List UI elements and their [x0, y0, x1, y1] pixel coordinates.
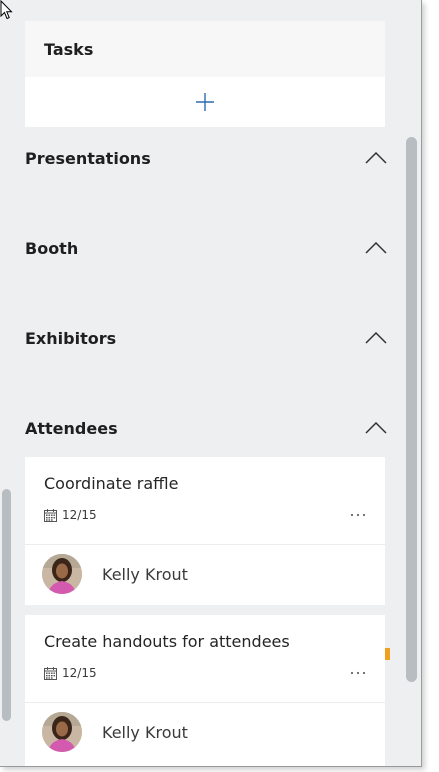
section-header-presentations[interactable]: Presentations — [25, 143, 387, 173]
assignee-name: Kelly Krout — [102, 564, 188, 584]
calendar-icon — [44, 508, 57, 522]
section-header-attendees[interactable]: Attendees — [25, 413, 387, 443]
avatar[interactable] — [42, 712, 82, 752]
tasks-card-header: Tasks — [25, 21, 385, 77]
assignee-row[interactable]: Kelly Krout — [42, 554, 188, 594]
mouse-pointer-icon — [0, 0, 13, 20]
planner-board-panel: Tasks Presentations Booth Exhibitors Att… — [0, 0, 422, 767]
chevron-up-icon[interactable] — [365, 242, 387, 254]
card-divider — [25, 702, 385, 703]
section-header-booth[interactable]: Booth — [25, 233, 387, 263]
section-title: Attendees — [25, 418, 118, 438]
avatar[interactable] — [42, 554, 82, 594]
plus-icon — [196, 93, 214, 111]
tasks-card-title: Tasks — [44, 39, 94, 59]
task-title[interactable]: Coordinate raffle — [44, 474, 179, 493]
add-task-button[interactable] — [25, 77, 385, 127]
tasks-card: Tasks — [25, 21, 385, 127]
section-title: Presentations — [25, 148, 151, 168]
chevron-up-icon[interactable] — [365, 422, 387, 434]
more-options-icon — [350, 671, 366, 675]
status-marker — [385, 648, 390, 660]
calendar-icon — [44, 666, 57, 680]
more-options-button[interactable] — [350, 507, 366, 523]
task-card-create-handouts[interactable]: Create handouts for attendees 12/15 Kell… — [25, 615, 385, 766]
section-header-exhibitors[interactable]: Exhibitors — [25, 323, 387, 353]
more-options-button[interactable] — [350, 665, 366, 681]
due-date: 12/15 — [62, 508, 97, 522]
assignee-name: Kelly Krout — [102, 722, 188, 742]
vertical-scrollbar-left[interactable] — [2, 489, 11, 721]
due-date: 12/15 — [62, 666, 97, 680]
more-options-icon — [350, 513, 366, 517]
vertical-scrollbar[interactable] — [406, 137, 417, 682]
assignee-row[interactable]: Kelly Krout — [42, 712, 188, 752]
card-divider — [25, 544, 385, 545]
task-title[interactable]: Create handouts for attendees — [44, 632, 290, 651]
chevron-up-icon[interactable] — [365, 152, 387, 164]
task-card-coordinate-raffle[interactable]: Coordinate raffle 12/15 Kelly Krout — [25, 457, 385, 605]
due-date-row: 12/15 — [44, 666, 97, 680]
chevron-up-icon[interactable] — [365, 332, 387, 344]
section-title: Booth — [25, 238, 79, 258]
section-title: Exhibitors — [25, 328, 117, 348]
due-date-row: 12/15 — [44, 508, 97, 522]
